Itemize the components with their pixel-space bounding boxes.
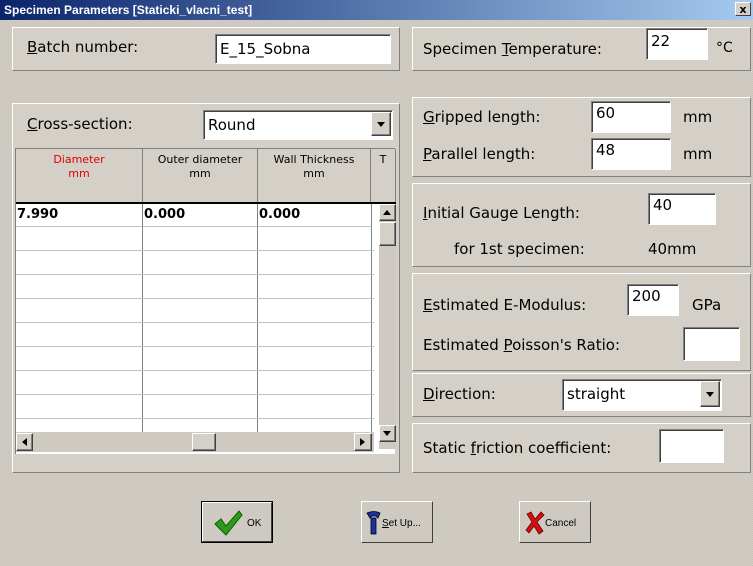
cross-section-value: Round xyxy=(208,116,256,134)
dimensions-grid[interactable]: Diameter mm Outer diameter mm Wall Thickne… xyxy=(15,148,396,454)
e-modulus-unit: GPa xyxy=(692,296,722,314)
cancel-button-face: Cancel xyxy=(519,501,591,543)
arrow-down-icon xyxy=(383,431,391,436)
batch-label: Batch number: xyxy=(27,38,139,56)
grid-cell-wall-thickness[interactable]: 0.000 xyxy=(258,204,372,227)
batch-panel: Batch number: E_15_Sobna xyxy=(12,27,400,71)
window-title-bar[interactable]: Specimen Parameters [Staticki_vlacni_tes… xyxy=(0,0,753,20)
lengths-panel: Gripped length: 60 mm Parallel length: 4… xyxy=(412,97,751,177)
direction-panel: Direction: straight xyxy=(412,373,751,417)
e-modulus-input[interactable]: 200 xyxy=(627,284,679,316)
gauge-panel: Initial Gauge Length: 40 for 1st specime… xyxy=(412,183,751,267)
grid-body: 7.990 0.000 0.000 xyxy=(16,204,374,448)
wrench-icon xyxy=(366,511,381,535)
setup-button[interactable]: Set Up... xyxy=(361,501,433,543)
arrow-left-icon xyxy=(22,438,27,446)
grid-cell-diameter[interactable]: 7.990 xyxy=(16,204,143,227)
temperature-panel: Specimen Temperature: 22 °C xyxy=(412,27,751,71)
friction-label: Static friction coefficient: xyxy=(423,439,612,457)
direction-label: Direction: xyxy=(423,385,496,403)
grid-header-outer-diameter[interactable]: Outer diameter mm xyxy=(143,149,258,203)
gripped-length-label: Gripped length: xyxy=(423,108,541,126)
first-specimen-label: for 1st specimen: xyxy=(454,240,585,258)
temperature-input[interactable]: 22 xyxy=(646,28,708,60)
gripped-length-unit: mm xyxy=(683,108,713,126)
cancel-button-label: Cancel xyxy=(545,518,577,529)
scroll-down-button[interactable] xyxy=(379,425,396,442)
direction-value: straight xyxy=(567,385,626,403)
chevron-down-icon xyxy=(377,122,385,127)
ok-button-label: OK xyxy=(247,518,262,529)
friction-panel: Static friction coefficient: xyxy=(412,423,751,473)
temperature-label: Specimen Temperature: xyxy=(423,40,602,58)
scroll-up-button[interactable] xyxy=(379,204,396,221)
setup-button-label: Set Up... xyxy=(382,518,421,529)
temperature-unit: °C xyxy=(716,40,733,56)
close-icon: x xyxy=(739,3,747,16)
parallel-length-label: Parallel length: xyxy=(423,145,536,163)
gauge-length-label: Initial Gauge Length: xyxy=(423,204,580,222)
direction-dropdown-button[interactable] xyxy=(700,381,720,407)
friction-input[interactable] xyxy=(659,429,724,463)
grid-horizontal-scrollbar[interactable] xyxy=(16,432,374,452)
poisson-input[interactable] xyxy=(683,327,740,361)
grid-empty-rows[interactable] xyxy=(16,227,374,448)
scroll-left-button[interactable] xyxy=(16,433,33,451)
gripped-length-input[interactable]: 60 xyxy=(591,101,671,133)
setup-button-face: Set Up... xyxy=(361,501,433,543)
parallel-length-unit: mm xyxy=(683,145,713,163)
grid-header-partial[interactable]: T xyxy=(371,149,396,203)
chevron-down-icon xyxy=(706,392,714,397)
scroll-right-button[interactable] xyxy=(354,433,372,451)
ok-button[interactable]: OK xyxy=(201,501,273,543)
grid-cell-outer-diameter[interactable]: 0.000 xyxy=(143,204,258,227)
e-modulus-label: Estimated E-Modulus: xyxy=(423,296,587,314)
grid-vertical-scrollbar[interactable] xyxy=(379,204,396,449)
poisson-label: Estimated Poisson's Ratio: xyxy=(423,336,620,354)
scroll-thumb-vertical[interactable] xyxy=(379,222,396,246)
arrow-up-icon xyxy=(383,210,391,215)
grid-header-diameter[interactable]: Diameter mm xyxy=(16,149,143,203)
ok-button-face: OK xyxy=(202,502,272,542)
close-button[interactable]: x xyxy=(735,2,751,16)
checkmark-icon xyxy=(214,510,243,536)
scroll-thumb-horizontal[interactable] xyxy=(192,433,216,451)
cancel-x-icon xyxy=(525,511,545,535)
gauge-length-input[interactable]: 40 xyxy=(648,193,716,225)
cross-section-label: Cross-section: xyxy=(27,115,133,133)
cross-section-dropdown-button[interactable] xyxy=(371,112,391,136)
first-specimen-value: 40mm xyxy=(648,240,697,258)
cancel-button[interactable]: Cancel xyxy=(519,501,591,543)
arrow-right-icon xyxy=(360,438,365,446)
batch-number-input[interactable]: E_15_Sobna xyxy=(215,34,391,64)
parallel-length-input[interactable]: 48 xyxy=(591,138,671,170)
window-title: Specimen Parameters [Staticki_vlacni_tes… xyxy=(4,3,253,17)
direction-select[interactable]: straight xyxy=(562,379,722,411)
elastic-panel: Estimated E-Modulus: 200 GPa Estimated P… xyxy=(412,273,751,371)
grid-header-wall-thickness[interactable]: Wall Thickness mm xyxy=(258,149,371,203)
cross-section-select[interactable]: Round xyxy=(203,110,393,140)
